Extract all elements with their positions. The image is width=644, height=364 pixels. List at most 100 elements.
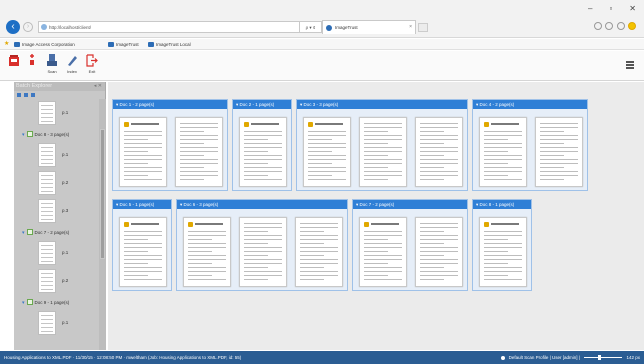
tree-doc-node[interactable]: ▾ Doc 8 - 3 page(s) [22,131,69,139]
favorites-star-icon[interactable]: ★ [4,39,9,50]
page-thumbnail[interactable] [239,217,287,287]
thumbnail-text-line [124,143,162,144]
tree-doc-node[interactable]: ▾ Doc 9 - 1 page(s) [22,299,69,307]
document-header[interactable]: ▾ Doc 7 - 2 page(s) [353,200,467,209]
thumbnail-text-line [308,155,346,156]
page-thumbnail[interactable] [535,117,583,187]
document-group[interactable]: ▾ Doc 1 - 2 page(s) [112,99,228,191]
favorite-link-1[interactable]: Image Access Corporation [14,39,75,50]
page-thumbnail[interactable] [359,217,407,287]
thumbnail-text-line [540,167,564,168]
maximize-button[interactable]: ▫ [609,4,612,14]
page-thumbnail[interactable] [175,117,223,187]
document-header[interactable]: ▾ Doc 3 - 3 page(s) [297,100,467,109]
thumbnail-text-line [188,231,226,232]
document-header[interactable]: ▾ Doc 4 - 2 page(s) [473,100,587,109]
tree-doc-node[interactable]: ▾ Doc 7 - 2 page(s) [22,229,69,237]
document-group[interactable]: ▾ Doc 6 - 3 page(s) [176,199,348,291]
thumbnail-text-line [41,207,53,208]
thumbnail-text-line [308,171,346,172]
page-thumbnail[interactable] [415,117,463,187]
explorer-scrollbar[interactable] [99,99,106,350]
page-thumbnail[interactable] [303,117,351,187]
settings-icon[interactable] [616,22,625,30]
page-thumbnail[interactable] [295,217,343,287]
forward-arrow-icon[interactable]: › [23,22,33,32]
favorite-link-2[interactable]: ImageTrust [108,39,139,50]
page-thumbnail[interactable] [479,117,527,187]
page-thumbnail[interactable] [479,217,527,287]
form-heading-line [315,123,343,125]
page-thumbnail[interactable] [415,217,463,287]
tree-page-thumbnail[interactable] [38,241,56,265]
tab-close-icon[interactable]: × [409,21,412,34]
thumbnail-text-line [308,135,346,136]
document-header[interactable]: ▾ Doc 1 - 2 page(s) [113,100,227,109]
document-header[interactable]: ▾ Doc 6 - 3 page(s) [177,200,347,209]
thumbnail-text-line [364,159,402,160]
browser-tab[interactable]: ImageTrust × [322,20,416,34]
expand-toggle-icon[interactable]: ▾ [22,300,25,306]
expand-toggle-icon[interactable]: ▾ [22,132,25,138]
delete-button[interactable] [24,54,40,69]
tree-page-thumbnail[interactable] [38,171,56,195]
thumbnail-text-line [180,171,218,172]
thumbnail-text-line [484,263,508,264]
index-button[interactable]: Index [64,54,80,74]
document-header[interactable]: ▾ Doc 5 - 1 page(s) [113,200,171,209]
new-tab-button[interactable] [418,23,428,32]
document-group[interactable]: ▾ Doc 2 - 1 page(s) [232,99,292,191]
thumbnail-text-line [300,255,324,256]
thumbnail-text-line [308,151,332,152]
document-group[interactable]: ▾ Doc 3 - 3 page(s) [296,99,468,191]
menu-hamburger-icon[interactable] [626,61,634,69]
document-header[interactable]: ▾ Doc 8 - 1 page(s) [473,200,531,209]
refresh-icon[interactable] [31,93,35,97]
tree-page-thumbnail[interactable] [38,199,56,223]
thumbnail-text-line [484,239,508,240]
star-icon[interactable] [605,22,614,30]
explorer-pin-icon[interactable]: ◂ ✕ [94,82,102,91]
page-thumbnail[interactable] [359,117,407,187]
collapse-all-icon[interactable] [24,93,28,97]
thumbnail-text-line [180,127,218,128]
address-bar[interactable]: http://localhost/client/ [38,21,300,33]
expand-all-icon[interactable] [17,93,21,97]
page-thumbnail[interactable] [239,117,287,187]
thumbnail-text-line [364,247,402,248]
scrollbar-thumb[interactable] [100,129,105,259]
document-group[interactable]: ▾ Doc 7 - 2 page(s) [352,199,468,291]
page-thumbnail[interactable] [119,217,167,287]
document-group[interactable]: ▾ Doc 5 - 1 page(s) [112,199,172,291]
home-icon[interactable] [594,22,602,30]
thumbnail-text-line [420,251,458,252]
feedback-smiley-icon[interactable] [627,22,636,30]
inbox-button[interactable] [6,54,22,69]
document-header[interactable]: ▾ Doc 2 - 1 page(s) [233,100,291,109]
address-actions[interactable]: ρ ▾ ¢ [300,21,322,33]
minimize-button[interactable]: – [588,4,592,14]
pencil-icon [68,56,77,66]
expand-toggle-icon[interactable]: ▾ [22,230,25,236]
thumbnail-text-line [540,155,564,156]
thumbnail-text-line [308,139,332,140]
page-thumbnail[interactable] [119,117,167,187]
favorite-link-3[interactable]: ImageTrust Local [148,39,191,50]
close-button[interactable]: ✕ [629,4,636,14]
tree-page-thumbnail[interactable] [38,143,56,167]
tree-page-thumbnail[interactable] [38,269,56,293]
back-arrow-icon[interactable]: ‹ [6,20,20,34]
thumbnail-text-line [420,259,458,260]
thumbnail-text-line [300,223,338,224]
tree-page-thumbnail[interactable] [38,101,56,125]
exit-button[interactable]: Exit [84,54,100,74]
zoom-slider[interactable] [584,355,623,361]
document-group[interactable]: ▾ Doc 4 - 2 page(s) [472,99,588,191]
tree-page-thumbnail[interactable] [38,311,56,335]
page-thumbnail[interactable] [183,217,231,287]
thumbnail-text-line [180,163,218,164]
thumbnail-text-line [484,175,508,176]
thumbnail-text-line [124,155,162,156]
document-group[interactable]: ▾ Doc 8 - 1 page(s) [472,199,532,291]
scan-button[interactable]: Scan [44,54,60,74]
